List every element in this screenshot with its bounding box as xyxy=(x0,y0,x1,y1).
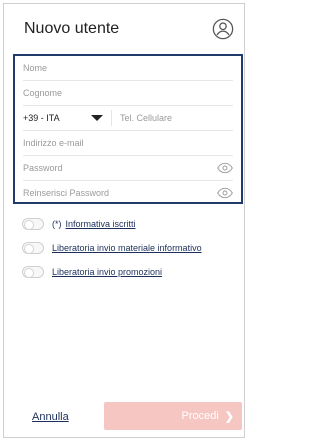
email-placeholder: Indirizzo e-mail xyxy=(23,138,84,148)
consent-link[interactable]: Liberatoria invio promozioni xyxy=(52,267,162,277)
password-confirm-field[interactable]: Reinserisci Password xyxy=(23,181,233,205)
phone-prefix-select[interactable]: +39 - ITA xyxy=(23,113,83,123)
cancel-button[interactable]: Annulla xyxy=(32,411,69,423)
footer: Annulla Procedi ❯ xyxy=(4,402,246,436)
proceed-label: Procedi xyxy=(181,410,219,422)
first-name-placeholder: Nome xyxy=(23,63,48,73)
toggle-switch[interactable] xyxy=(22,218,44,230)
last-name-field[interactable]: Cognome xyxy=(23,81,233,106)
chevron-down-icon[interactable] xyxy=(91,115,103,121)
phone-row: +39 - ITA Tel. Cellulare xyxy=(23,106,233,131)
user-circle-icon[interactable] xyxy=(212,18,234,40)
consent-toggles: (*) Informativa iscritti Liberatoria inv… xyxy=(22,212,202,284)
password-placeholder: Password xyxy=(23,163,63,173)
password-confirm-placeholder: Reinserisci Password xyxy=(23,188,110,198)
phone-field[interactable]: Tel. Cellulare xyxy=(120,113,172,123)
last-name-placeholder: Cognome xyxy=(23,88,63,98)
eye-icon[interactable] xyxy=(217,186,233,200)
toggle-switch[interactable] xyxy=(22,266,44,278)
toggle-knob xyxy=(24,268,34,278)
consent-link[interactable]: Informativa iscritti xyxy=(66,219,136,229)
eye-icon[interactable] xyxy=(217,161,233,175)
email-field[interactable]: Indirizzo e-mail xyxy=(23,131,233,156)
toggle-switch[interactable] xyxy=(22,242,44,254)
required-mark: (*) xyxy=(52,219,62,229)
chevron-right-icon: ❯ xyxy=(224,410,234,423)
consent-row: Liberatoria invio promozioni xyxy=(22,260,202,284)
toggle-knob xyxy=(24,244,34,254)
proceed-button[interactable]: Procedi ❯ xyxy=(104,402,242,430)
phone-divider xyxy=(111,110,112,126)
first-name-field[interactable]: Nome xyxy=(23,56,233,81)
page-title: Nuovo utente xyxy=(24,20,120,37)
consent-row: (*) Informativa iscritti xyxy=(22,212,202,236)
app-frame: Nuovo utente Nome Cognome +39 - ITA Tel.… xyxy=(3,3,245,438)
password-field[interactable]: Password xyxy=(23,156,233,181)
registration-form: Nome Cognome +39 - ITA Tel. Cellulare In… xyxy=(13,54,243,204)
consent-row: Liberatoria invio materiale informativo xyxy=(22,236,202,260)
toggle-knob xyxy=(24,220,34,230)
consent-link[interactable]: Liberatoria invio materiale informativo xyxy=(52,243,202,253)
